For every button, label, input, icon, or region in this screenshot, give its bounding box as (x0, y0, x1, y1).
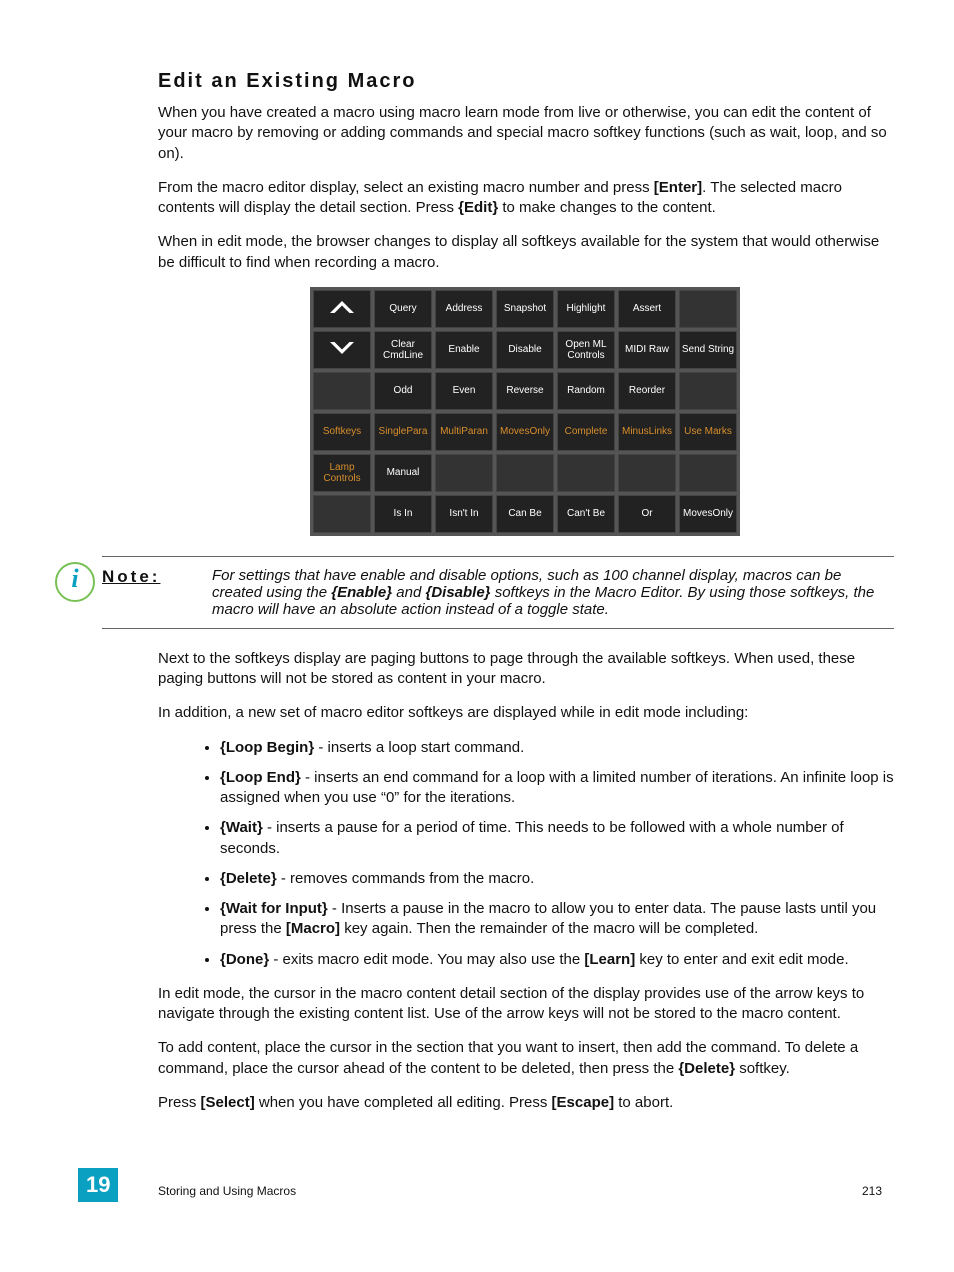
softkey-blank (496, 454, 554, 492)
text: and (392, 584, 425, 601)
key-select: [Select] (201, 1094, 255, 1111)
text: to make changes to the content. (498, 199, 716, 216)
softkey-open-ml-controls: Open ML Controls (557, 331, 615, 369)
footer-chapter-title: Storing and Using Macros (158, 1184, 296, 1198)
softkey-list: {Loop Begin} - inserts a loop start comm… (196, 738, 894, 970)
note-block: Note: For settings that have enable and … (102, 556, 894, 629)
softkey-random: Random (557, 372, 615, 410)
after-paragraph-2: In addition, a new set of macro editor s… (158, 703, 894, 723)
softkey-blank (618, 454, 676, 492)
softkey-disable: Disable (496, 331, 554, 369)
softkey-delete: {Delete} (678, 1060, 735, 1077)
softkey-reverse: Reverse (496, 372, 554, 410)
key-escape: [Escape] (552, 1094, 615, 1111)
text: when you have completed all editing. Pre… (255, 1094, 552, 1111)
softkey-minuslinks: MinusLinks (618, 413, 676, 451)
softkey-multiparan: MultiParan (435, 413, 493, 451)
softkey-movesonly: MovesOnly (679, 495, 737, 533)
list-item: {Loop Begin} - inserts a loop start comm… (220, 738, 894, 758)
softkey-disable: {Disable} (425, 584, 490, 601)
softkey-or: Or (618, 495, 676, 533)
softkey-movesonly: MovesOnly (496, 413, 554, 451)
softkeys-grid: QueryAddressSnapshotHighlightAssert Clear… (310, 287, 740, 536)
text: softkey. (735, 1060, 790, 1077)
softkey-blank (679, 372, 737, 410)
text: to abort. (614, 1094, 673, 1111)
list-item: {Loop End} - inserts an end command for … (220, 768, 894, 809)
section-heading: Edit an Existing Macro (158, 70, 894, 93)
softkey-singlepara: SinglePara (374, 413, 432, 451)
softkey-snapshot: Snapshot (496, 290, 554, 328)
text: From the macro editor display, select an… (158, 179, 654, 196)
softkey-blank (435, 454, 493, 492)
softkey-query: Query (374, 290, 432, 328)
softkeys-image: QueryAddressSnapshotHighlightAssert Clear… (310, 287, 742, 536)
list-item: {Wait} - inserts a pause for a period of… (220, 818, 894, 859)
page-down-icon (313, 331, 371, 369)
softkey-is-in: Is In (374, 495, 432, 533)
softkey-assert: Assert (618, 290, 676, 328)
softkey-blank (313, 495, 371, 533)
softkey-lamp-controls: Lamp Controls (313, 454, 371, 492)
softkey-blank (679, 290, 737, 328)
softkey-highlight: Highlight (557, 290, 615, 328)
intro-paragraph-3: When in edit mode, the browser changes t… (158, 232, 894, 273)
softkey-manual: Manual (374, 454, 432, 492)
intro-paragraph-2: From the macro editor display, select an… (158, 178, 894, 219)
softkey-softkeys: Softkeys (313, 413, 371, 451)
tail-paragraph-2: To add content, place the cursor in the … (158, 1038, 894, 1079)
softkey-edit: {Edit} (458, 199, 498, 216)
softkey-send-string: Send String (679, 331, 737, 369)
note-label: Note: (102, 567, 212, 587)
page-number: 213 (862, 1184, 882, 1198)
list-item: {Delete} - removes commands from the mac… (220, 869, 894, 889)
softkey-odd: Odd (374, 372, 432, 410)
softkey-enable: {Enable} (331, 584, 392, 601)
softkey-complete: Complete (557, 413, 615, 451)
list-item: {Wait for Input} - Inserts a pause in th… (220, 899, 894, 940)
softkey-can-be: Can Be (496, 495, 554, 533)
note-body: For settings that have enable and disabl… (212, 567, 894, 618)
chapter-number-badge: 19 (78, 1168, 118, 1202)
softkey-address: Address (435, 290, 493, 328)
softkey-enable: Enable (435, 331, 493, 369)
intro-paragraph-1: When you have created a macro using macr… (158, 103, 894, 164)
softkey-clear-cmdline: Clear CmdLine (374, 331, 432, 369)
softkey-use-marks: Use Marks (679, 413, 737, 451)
tail-paragraph-1: In edit mode, the cursor in the macro co… (158, 984, 894, 1025)
softkey-isn-t-in: Isn't In (435, 495, 493, 533)
page-content: Edit an Existing Macro When you have cre… (0, 0, 954, 1113)
softkey-midi-raw: MIDI Raw (618, 331, 676, 369)
softkey-blank (313, 372, 371, 410)
key-enter: [Enter] (654, 179, 702, 196)
text: Press (158, 1094, 201, 1111)
softkey-blank (557, 454, 615, 492)
softkey-reorder: Reorder (618, 372, 676, 410)
softkey-blank (679, 454, 737, 492)
tail-paragraph-3: Press [Select] when you have completed a… (158, 1093, 894, 1113)
list-item: {Done} - exits macro edit mode. You may … (220, 950, 894, 970)
softkey-even: Even (435, 372, 493, 410)
note-icon: i (55, 562, 95, 602)
softkey-can-t-be: Can't Be (557, 495, 615, 533)
after-paragraph-1: Next to the softkeys display are paging … (158, 649, 894, 690)
page-up-icon (313, 290, 371, 328)
